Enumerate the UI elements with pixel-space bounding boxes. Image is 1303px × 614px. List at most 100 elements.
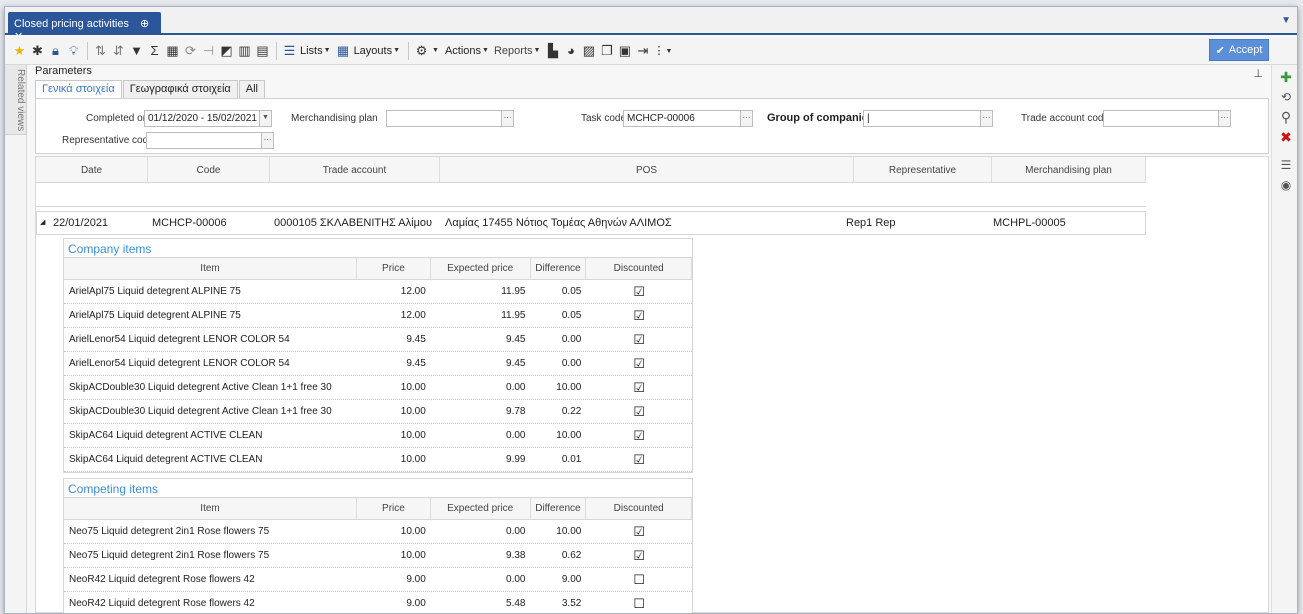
col-discounted[interactable]: Discounted [586, 498, 692, 519]
location-icon[interactable]: ◉ [1277, 177, 1295, 193]
group-of-companies-field[interactable]: | [863, 110, 981, 127]
more-menu[interactable]: ⋮▼ [653, 44, 672, 57]
task-code-field[interactable]: MCHCP-00006 [623, 110, 741, 127]
reports-menu[interactable]: Reports▼ [494, 45, 540, 57]
print-icon[interactable]: ▣ [616, 42, 633, 60]
discounted-checkbox[interactable]: ☐ [633, 572, 645, 588]
delete-icon[interactable]: ▥ [236, 42, 253, 60]
discounted-checkbox[interactable]: ☑ [633, 380, 645, 396]
tab-all[interactable]: All [238, 80, 265, 98]
related-views-tab[interactable]: Related views [5, 65, 27, 135]
refresh-icon[interactable]: ⟳ [182, 42, 199, 60]
expand-row-icon[interactable]: ◢ [40, 218, 45, 226]
tab-general[interactable]: Γενικά στοιχεία [35, 80, 122, 98]
chart-icon[interactable]: ▨ [580, 42, 597, 60]
col-price[interactable]: Price [357, 498, 431, 519]
actions-menu[interactable]: Actions▼ [445, 45, 489, 57]
col-trade-account[interactable]: Trade account [270, 157, 440, 183]
copy-icon[interactable]: ❐ [598, 42, 615, 60]
undo-icon[interactable]: ⟲ [1277, 89, 1295, 105]
table-row[interactable]: SkipACDouble30 Liquid detegrent Active C… [64, 400, 692, 424]
report-user-icon[interactable]: ◕ [562, 42, 579, 60]
lists-icon[interactable]: ☰ [281, 42, 298, 60]
discounted-checkbox[interactable]: ☑ [633, 548, 645, 564]
settings-gear-icon[interactable]: ⚙ [413, 42, 430, 60]
report-doc-icon[interactable]: ▙ [544, 42, 561, 60]
col-discounted[interactable]: Discounted [586, 258, 692, 279]
search-icon[interactable]: ⚲ [1277, 109, 1295, 125]
sort-ascending-icon[interactable]: ⇅ [92, 42, 109, 60]
discounted-cell: ☑ [586, 280, 692, 303]
discounted-checkbox[interactable]: ☑ [633, 428, 645, 444]
table-row[interactable]: ArielLenor54 Liquid detegrent LENOR COLO… [64, 328, 692, 352]
representative-lookup-icon[interactable]: ··· [262, 132, 274, 149]
item-cell: ArielApl75 Liquid detegrent ALPINE 75 [69, 310, 241, 321]
lightbulb-icon[interactable]: 💡︎ [65, 42, 82, 60]
group-icon[interactable]: ⊣ [200, 42, 217, 60]
table-row[interactable]: SkipACDouble30 Liquid detegrent Active C… [64, 376, 692, 400]
sum-icon[interactable]: Σ [146, 42, 163, 60]
grid-filter-row[interactable] [36, 183, 1146, 207]
layouts-icon[interactable]: ▦ [335, 42, 352, 60]
tab-list-dropdown-icon[interactable]: ▼ [1281, 15, 1291, 26]
col-code[interactable]: Code [148, 157, 270, 183]
export-icon[interactable]: ⇥ [634, 42, 651, 60]
lists-menu[interactable]: Lists▼ [300, 45, 331, 57]
discounted-checkbox[interactable]: ☑ [633, 308, 645, 324]
grid-icon[interactable]: ▦ [164, 42, 181, 60]
settings-dropdown-icon[interactable]: ▼ [432, 47, 439, 54]
add-icon[interactable]: ✚ [1277, 69, 1295, 85]
col-item[interactable]: Item [64, 258, 358, 279]
table-row[interactable]: ArielLenor54 Liquid detegrent LENOR COLO… [64, 352, 692, 376]
pin-icon[interactable]: ⊥ [1253, 67, 1263, 80]
table-row[interactable]: Neo75 Liquid detegrent 2in1 Rose flowers… [64, 544, 692, 568]
table-row[interactable]: NeoR42 Liquid detegrent Rose flowers 42 9… [64, 592, 692, 613]
completed-on-dropdown-icon[interactable]: ▼ [260, 110, 272, 127]
discounted-checkbox[interactable]: ☑ [633, 332, 645, 348]
discounted-checkbox[interactable]: ☑ [633, 452, 645, 468]
col-price[interactable]: Price [357, 258, 431, 279]
discounted-checkbox[interactable]: ☑ [633, 284, 645, 300]
table-row[interactable]: ◢ 22/01/2021 MCHCP-00006 0000105 ΣΚΛΑΒΕΝ… [36, 211, 1146, 235]
tab-closed-pricing-activities[interactable]: Closed pricing activities ⊕ ✕ [8, 12, 161, 43]
edit-icon[interactable]: ◩ [218, 42, 235, 60]
representative-code-field[interactable] [146, 132, 262, 149]
task-code-lookup-icon[interactable]: ··· [741, 110, 753, 127]
discounted-checkbox[interactable]: ☑ [633, 356, 645, 372]
accept-button[interactable]: ✔ Accept [1209, 39, 1269, 61]
table-row[interactable]: ArielApl75 Liquid detegrent ALPINE 75 12.… [64, 280, 692, 304]
col-pos[interactable]: POS [440, 157, 854, 183]
discounted-checkbox[interactable]: ☑ [633, 524, 645, 540]
completed-on-field[interactable]: 01/12/2020 - 15/02/2021 [144, 110, 260, 127]
trade-account-lookup-icon[interactable]: ··· [1219, 110, 1231, 127]
col-representative[interactable]: Representative [854, 157, 992, 183]
properties-icon[interactable]: ☰ [1277, 157, 1295, 173]
save-icon[interactable]: ▤ [254, 42, 271, 60]
discounted-checkbox[interactable]: ☐ [633, 596, 645, 612]
table-row[interactable]: SkipAC64 Liquid detegrent ACTIVE CLEAN 10… [64, 448, 692, 472]
tab-geographic[interactable]: Γεωγραφικά στοιχεία [122, 80, 238, 98]
layouts-menu[interactable]: Layouts▼ [354, 45, 400, 57]
sort-descending-icon[interactable]: ⇵ [110, 42, 127, 60]
table-row[interactable]: NeoR42 Liquid detegrent Rose flowers 42 9… [64, 568, 692, 592]
tools-icon[interactable]: ✱ [29, 42, 46, 60]
filter-icon[interactable]: ▼ [128, 42, 145, 60]
col-expected-price[interactable]: Expected price [431, 258, 531, 279]
table-row[interactable]: ArielApl75 Liquid detegrent ALPINE 75 12.… [64, 304, 692, 328]
group-lookup-icon[interactable]: ··· [981, 110, 993, 127]
col-expected-price[interactable]: Expected price [431, 498, 531, 519]
col-item[interactable]: Item [64, 498, 358, 519]
col-difference[interactable]: Difference [531, 258, 587, 279]
col-difference[interactable]: Difference [531, 498, 587, 519]
col-merchandising-plan[interactable]: Merchandising plan [992, 157, 1146, 183]
merch-plan-field[interactable] [386, 110, 502, 127]
delete-x-icon[interactable]: ✖ [1277, 129, 1295, 145]
col-date[interactable]: Date [36, 157, 148, 183]
lock-icon[interactable]: 🔒︎ [47, 42, 64, 60]
trade-account-code-field[interactable] [1103, 110, 1219, 127]
discounted-checkbox[interactable]: ☑ [633, 404, 645, 420]
table-row[interactable]: SkipAC64 Liquid detegrent ACTIVE CLEAN 10… [64, 424, 692, 448]
table-row[interactable]: Neo75 Liquid detegrent 2in1 Rose flowers… [64, 520, 692, 544]
merch-plan-lookup-icon[interactable]: ··· [502, 110, 514, 127]
favorite-star-icon[interactable]: ★ [11, 42, 28, 60]
